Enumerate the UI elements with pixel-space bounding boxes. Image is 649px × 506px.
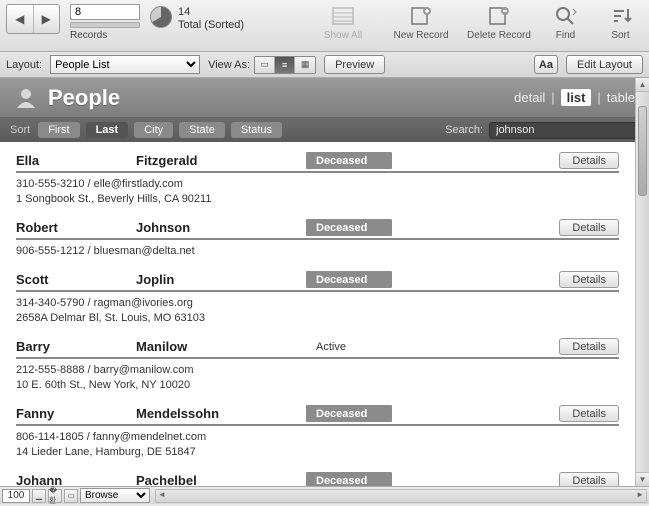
view-as-list-icon[interactable]: ≡ <box>275 57 295 73</box>
records-label: Records <box>70 30 107 41</box>
view-list-link[interactable]: list <box>561 89 592 106</box>
view-as-table-icon[interactable]: ▦ <box>295 57 315 73</box>
page-header: People detail | list | table <box>0 78 649 118</box>
status-badge: Deceased <box>306 152 392 169</box>
table-row: FannyMendelssohnDeceased Details 806-114-1… <box>16 401 619 468</box>
new-record-button[interactable]: New Record <box>387 4 455 41</box>
sort-bar: Sort First Last City State Status Search… <box>0 118 649 142</box>
last-name: Joplin <box>136 272 306 287</box>
delete-record-icon <box>485 4 513 28</box>
sort-first[interactable]: First <box>38 122 79 138</box>
next-record-icon[interactable]: ▶ <box>34 5 60 33</box>
table-row: EllaFitzgeraldDeceased Details 310-555-321… <box>16 148 619 215</box>
last-name: Johnson <box>136 220 306 235</box>
view-table-link[interactable]: table <box>607 90 635 105</box>
first-name: Scott <box>16 272 136 287</box>
sort-icon <box>607 4 635 28</box>
total-count: 14 <box>178 6 244 19</box>
details-button[interactable]: Details <box>559 405 619 422</box>
sort-label: Sort <box>10 122 32 138</box>
sort-last[interactable]: Last <box>86 122 129 138</box>
first-name: Johann <box>16 473 136 486</box>
contact-details: 314-340-5790 / ragman@ivories.org2658A D… <box>16 292 619 326</box>
status-badge: Deceased <box>306 405 392 422</box>
sort-city[interactable]: City <box>134 122 173 138</box>
status-bar: 100 ▁ �환 ▭ Browse <box>0 486 649 504</box>
formatting-bar-toggle[interactable]: Aa <box>534 55 558 74</box>
found-set-pie-icon[interactable] <box>150 6 172 28</box>
first-name: Robert <box>16 220 136 235</box>
status-badge: Deceased <box>306 271 392 288</box>
contact-details: 310-555-3210 / elle@firstlady.com1 Songb… <box>16 173 619 207</box>
contact-details: 212-555-8888 / barry@manilow.com10 E. 60… <box>16 359 619 393</box>
edit-layout-button[interactable]: Edit Layout <box>566 55 643 74</box>
table-row: JohannPachelbelDeceased Details <box>16 468 619 486</box>
view-as-label: View As: <box>208 59 250 71</box>
main-toolbar: ◀ ▶ Records 14 Total (Sorted) Show All N… <box>0 0 649 52</box>
first-name: Barry <box>16 339 136 354</box>
people-icon <box>14 86 38 110</box>
page-title: People <box>48 85 120 111</box>
view-as-buttons[interactable]: ▭ ≡ ▦ <box>254 56 316 74</box>
layout-label: Layout: <box>6 59 42 71</box>
mode-select[interactable]: Browse <box>80 488 150 503</box>
view-detail-link[interactable]: detail <box>514 90 545 105</box>
preview-button[interactable]: Preview <box>324 55 385 74</box>
view-as-form-icon[interactable]: ▭ <box>255 57 275 73</box>
zoom-in-icon[interactable]: �환 <box>48 489 62 503</box>
search-input[interactable] <box>489 122 639 139</box>
scroll-up-icon[interactable]: ▲ <box>636 78 649 92</box>
contact-details: 906-555-1212 / bluesman@delta.net <box>16 240 619 259</box>
table-row: RobertJohnsonDeceased Details 906-555-1212… <box>16 215 619 267</box>
details-button[interactable]: Details <box>559 472 619 486</box>
contact-details: 806-114-1805 / fanny@mendelnet.com14 Lie… <box>16 426 619 460</box>
last-name: Pachelbel <box>136 473 306 486</box>
sort-button[interactable]: Sort <box>598 4 643 41</box>
scroll-down-icon[interactable]: ▼ <box>636 472 649 486</box>
details-button[interactable]: Details <box>559 219 619 236</box>
status-toggle-icon[interactable]: ▭ <box>64 489 78 503</box>
details-button[interactable]: Details <box>559 338 619 355</box>
record-slider[interactable] <box>70 22 140 28</box>
first-name: Ella <box>16 153 136 168</box>
record-list: EllaFitzgeraldDeceasedDetails310-555-321… <box>0 142 635 486</box>
vertical-scrollbar[interactable]: ▲ ▼ <box>635 78 649 486</box>
last-name: Manilow <box>136 339 306 354</box>
record-nav[interactable]: ◀ ▶ <box>6 4 60 34</box>
prev-record-icon[interactable]: ◀ <box>7 5 34 33</box>
layout-select[interactable]: People List <box>50 55 200 74</box>
layout-bar: Layout: People List View As: ▭ ≡ ▦ Previ… <box>0 52 649 78</box>
details-button[interactable]: Details <box>559 152 619 169</box>
delete-record-button[interactable]: Delete Record <box>465 4 533 41</box>
sort-status[interactable]: Status <box>231 122 282 138</box>
details-button[interactable]: Details <box>559 271 619 288</box>
total-suffix: Total (Sorted) <box>178 19 244 32</box>
new-record-icon <box>407 4 435 28</box>
status-badge: Active <box>306 338 392 355</box>
show-all-button[interactable]: Show All <box>309 4 377 41</box>
show-all-icon <box>329 4 357 28</box>
first-name: Fanny <box>16 406 136 421</box>
table-row: BarryManilowActive Details 212-555-8888 / … <box>16 334 619 401</box>
find-icon <box>552 4 580 28</box>
search-label: Search: <box>445 124 483 136</box>
last-name: Mendelssohn <box>136 406 306 421</box>
horizontal-scrollbar[interactable] <box>155 489 647 503</box>
scroll-thumb[interactable] <box>638 106 647 196</box>
table-row: ScottJoplinDeceased Details 314-340-5790 /… <box>16 267 619 334</box>
find-button[interactable]: Find <box>543 4 588 41</box>
zoom-out-icon[interactable]: ▁ <box>32 489 46 503</box>
status-badge: Deceased <box>306 219 392 236</box>
sort-state[interactable]: State <box>179 122 225 138</box>
record-number-input[interactable] <box>70 4 140 20</box>
status-badge: Deceased <box>306 472 392 486</box>
zoom-value[interactable]: 100 <box>2 489 30 503</box>
last-name: Fitzgerald <box>136 153 306 168</box>
